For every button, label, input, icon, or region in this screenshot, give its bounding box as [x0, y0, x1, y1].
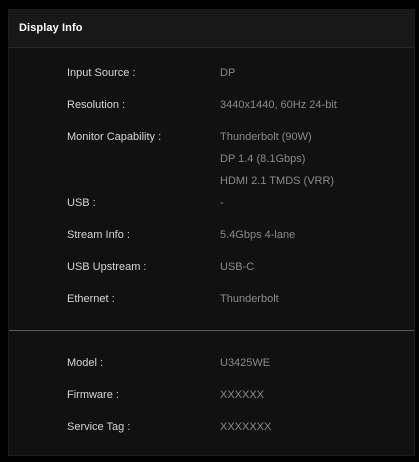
stream-info-label: Stream Info : — [67, 229, 130, 241]
firmware-label: Firmware : — [67, 389, 119, 401]
monitor-capability-value-2: DP 1.4 (8.1Gbps) — [220, 153, 306, 165]
model-value: U3425WE — [220, 357, 271, 369]
input-source-label: Input Source : — [67, 67, 136, 79]
monitor-capability-value-3: HDMI 2.1 TMDS (VRR) — [220, 175, 335, 187]
ethernet-label: Ethernet : — [67, 293, 115, 305]
display-info-panel: Display Info Input Source : DP Resolutio… — [8, 9, 415, 456]
service-tag-label: Service Tag : — [67, 421, 131, 433]
model-label: Model : — [67, 357, 104, 369]
panel-header: Display Info — [9, 10, 414, 48]
usb-upstream-value: USB-C — [220, 261, 255, 273]
firmware-value: XXXXXX — [220, 389, 265, 401]
section-divider — [9, 330, 414, 331]
usb-value: - — [220, 197, 224, 209]
ethernet-value: Thunderbolt — [220, 293, 279, 305]
monitor-capability-value-1: Thunderbolt (90W) — [220, 131, 312, 143]
usb-label: USB : — [67, 197, 96, 209]
display-info-osd: Display Info Input Source : DP Resolutio… — [0, 0, 419, 462]
resolution-value: 3440x1440, 60Hz 24-bit — [220, 99, 337, 111]
service-tag-value: XXXXXXX — [220, 421, 272, 433]
resolution-label: Resolution : — [67, 99, 126, 111]
page-title: Display Info — [19, 22, 83, 34]
monitor-capability-label: Monitor Capability : — [67, 131, 162, 143]
input-source-value: DP — [220, 67, 236, 79]
stream-info-value: 5.4Gbps 4-lane — [220, 229, 296, 241]
usb-upstream-label: USB Upstream : — [67, 261, 147, 273]
